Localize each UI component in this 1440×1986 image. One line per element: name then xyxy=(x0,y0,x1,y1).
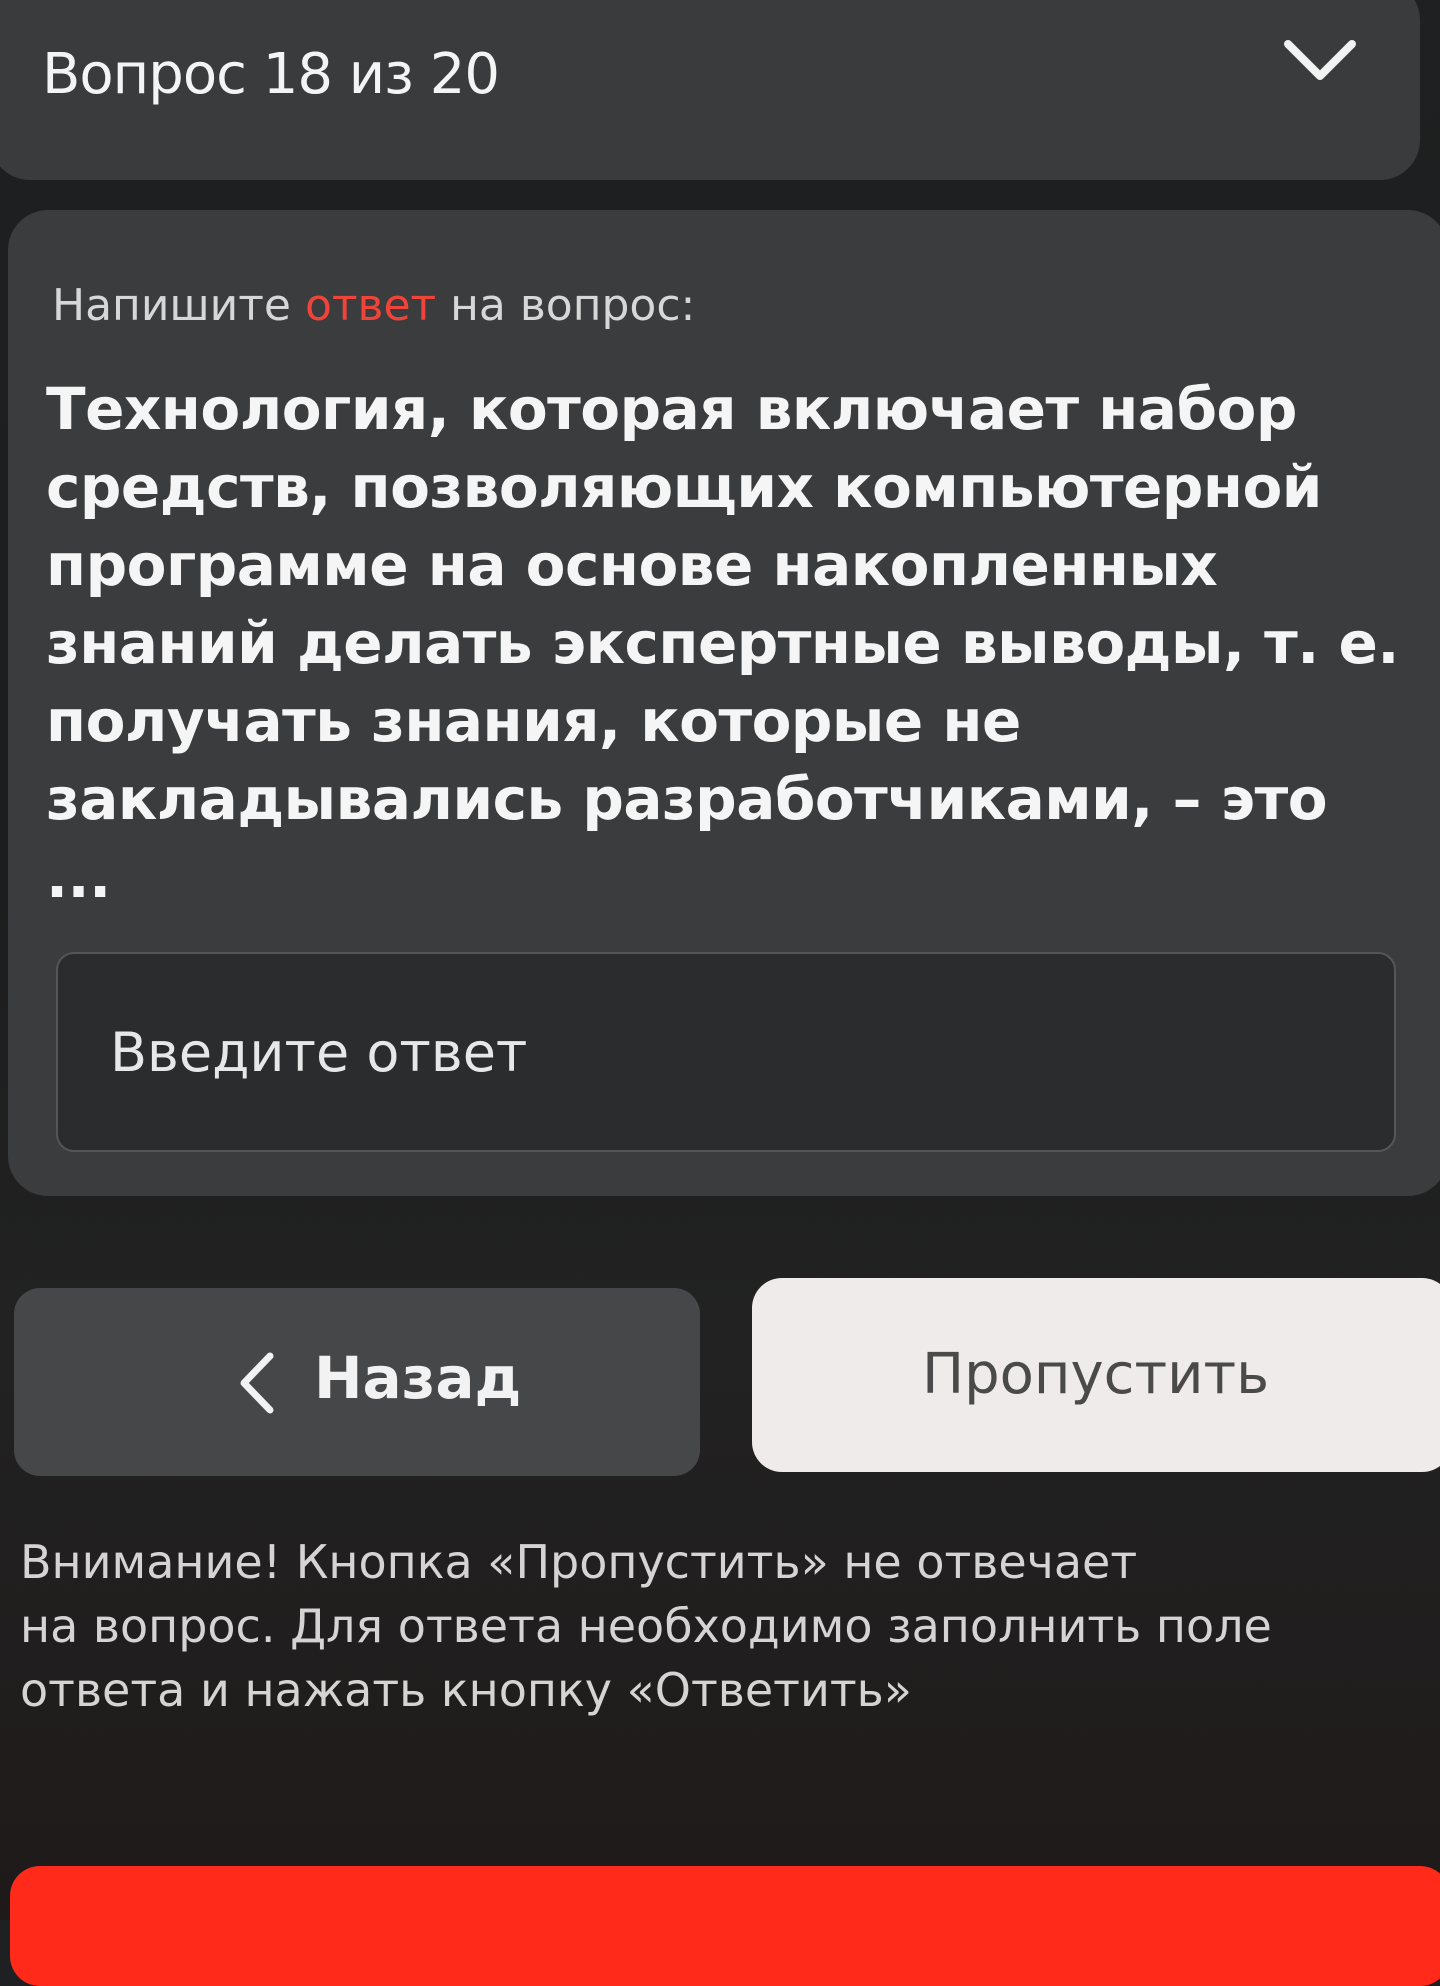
instruction-prefix: Напишите xyxy=(52,280,305,331)
chevron-down-icon[interactable] xyxy=(1280,32,1360,92)
question-card: Напишите ответ на вопрос: Технология, ко… xyxy=(8,210,1440,1196)
skip-warning-text: Внимание! Кнопка «Пропустить» не отвечае… xyxy=(20,1535,1272,1717)
question-instruction: Напишите ответ на вопрос: xyxy=(52,280,695,331)
back-button[interactable]: Назад xyxy=(14,1288,700,1476)
chevron-left-icon xyxy=(240,1352,274,1414)
answer-input[interactable] xyxy=(56,952,1396,1152)
question-header[interactable]: Вопрос 18 из 20 xyxy=(0,0,1420,180)
answer-button[interactable] xyxy=(10,1866,1440,1986)
skip-button-label: Пропустить xyxy=(922,1342,1270,1407)
instruction-suffix: на вопрос: xyxy=(436,280,696,331)
instruction-accent: ответ xyxy=(304,280,437,331)
question-text: Технология, которая включает набор средс… xyxy=(46,375,1399,911)
question-counter: Вопрос 18 из 20 xyxy=(42,42,500,107)
back-button-label: Назад xyxy=(314,1344,522,1412)
skip-button[interactable]: Пропустить xyxy=(752,1278,1440,1472)
